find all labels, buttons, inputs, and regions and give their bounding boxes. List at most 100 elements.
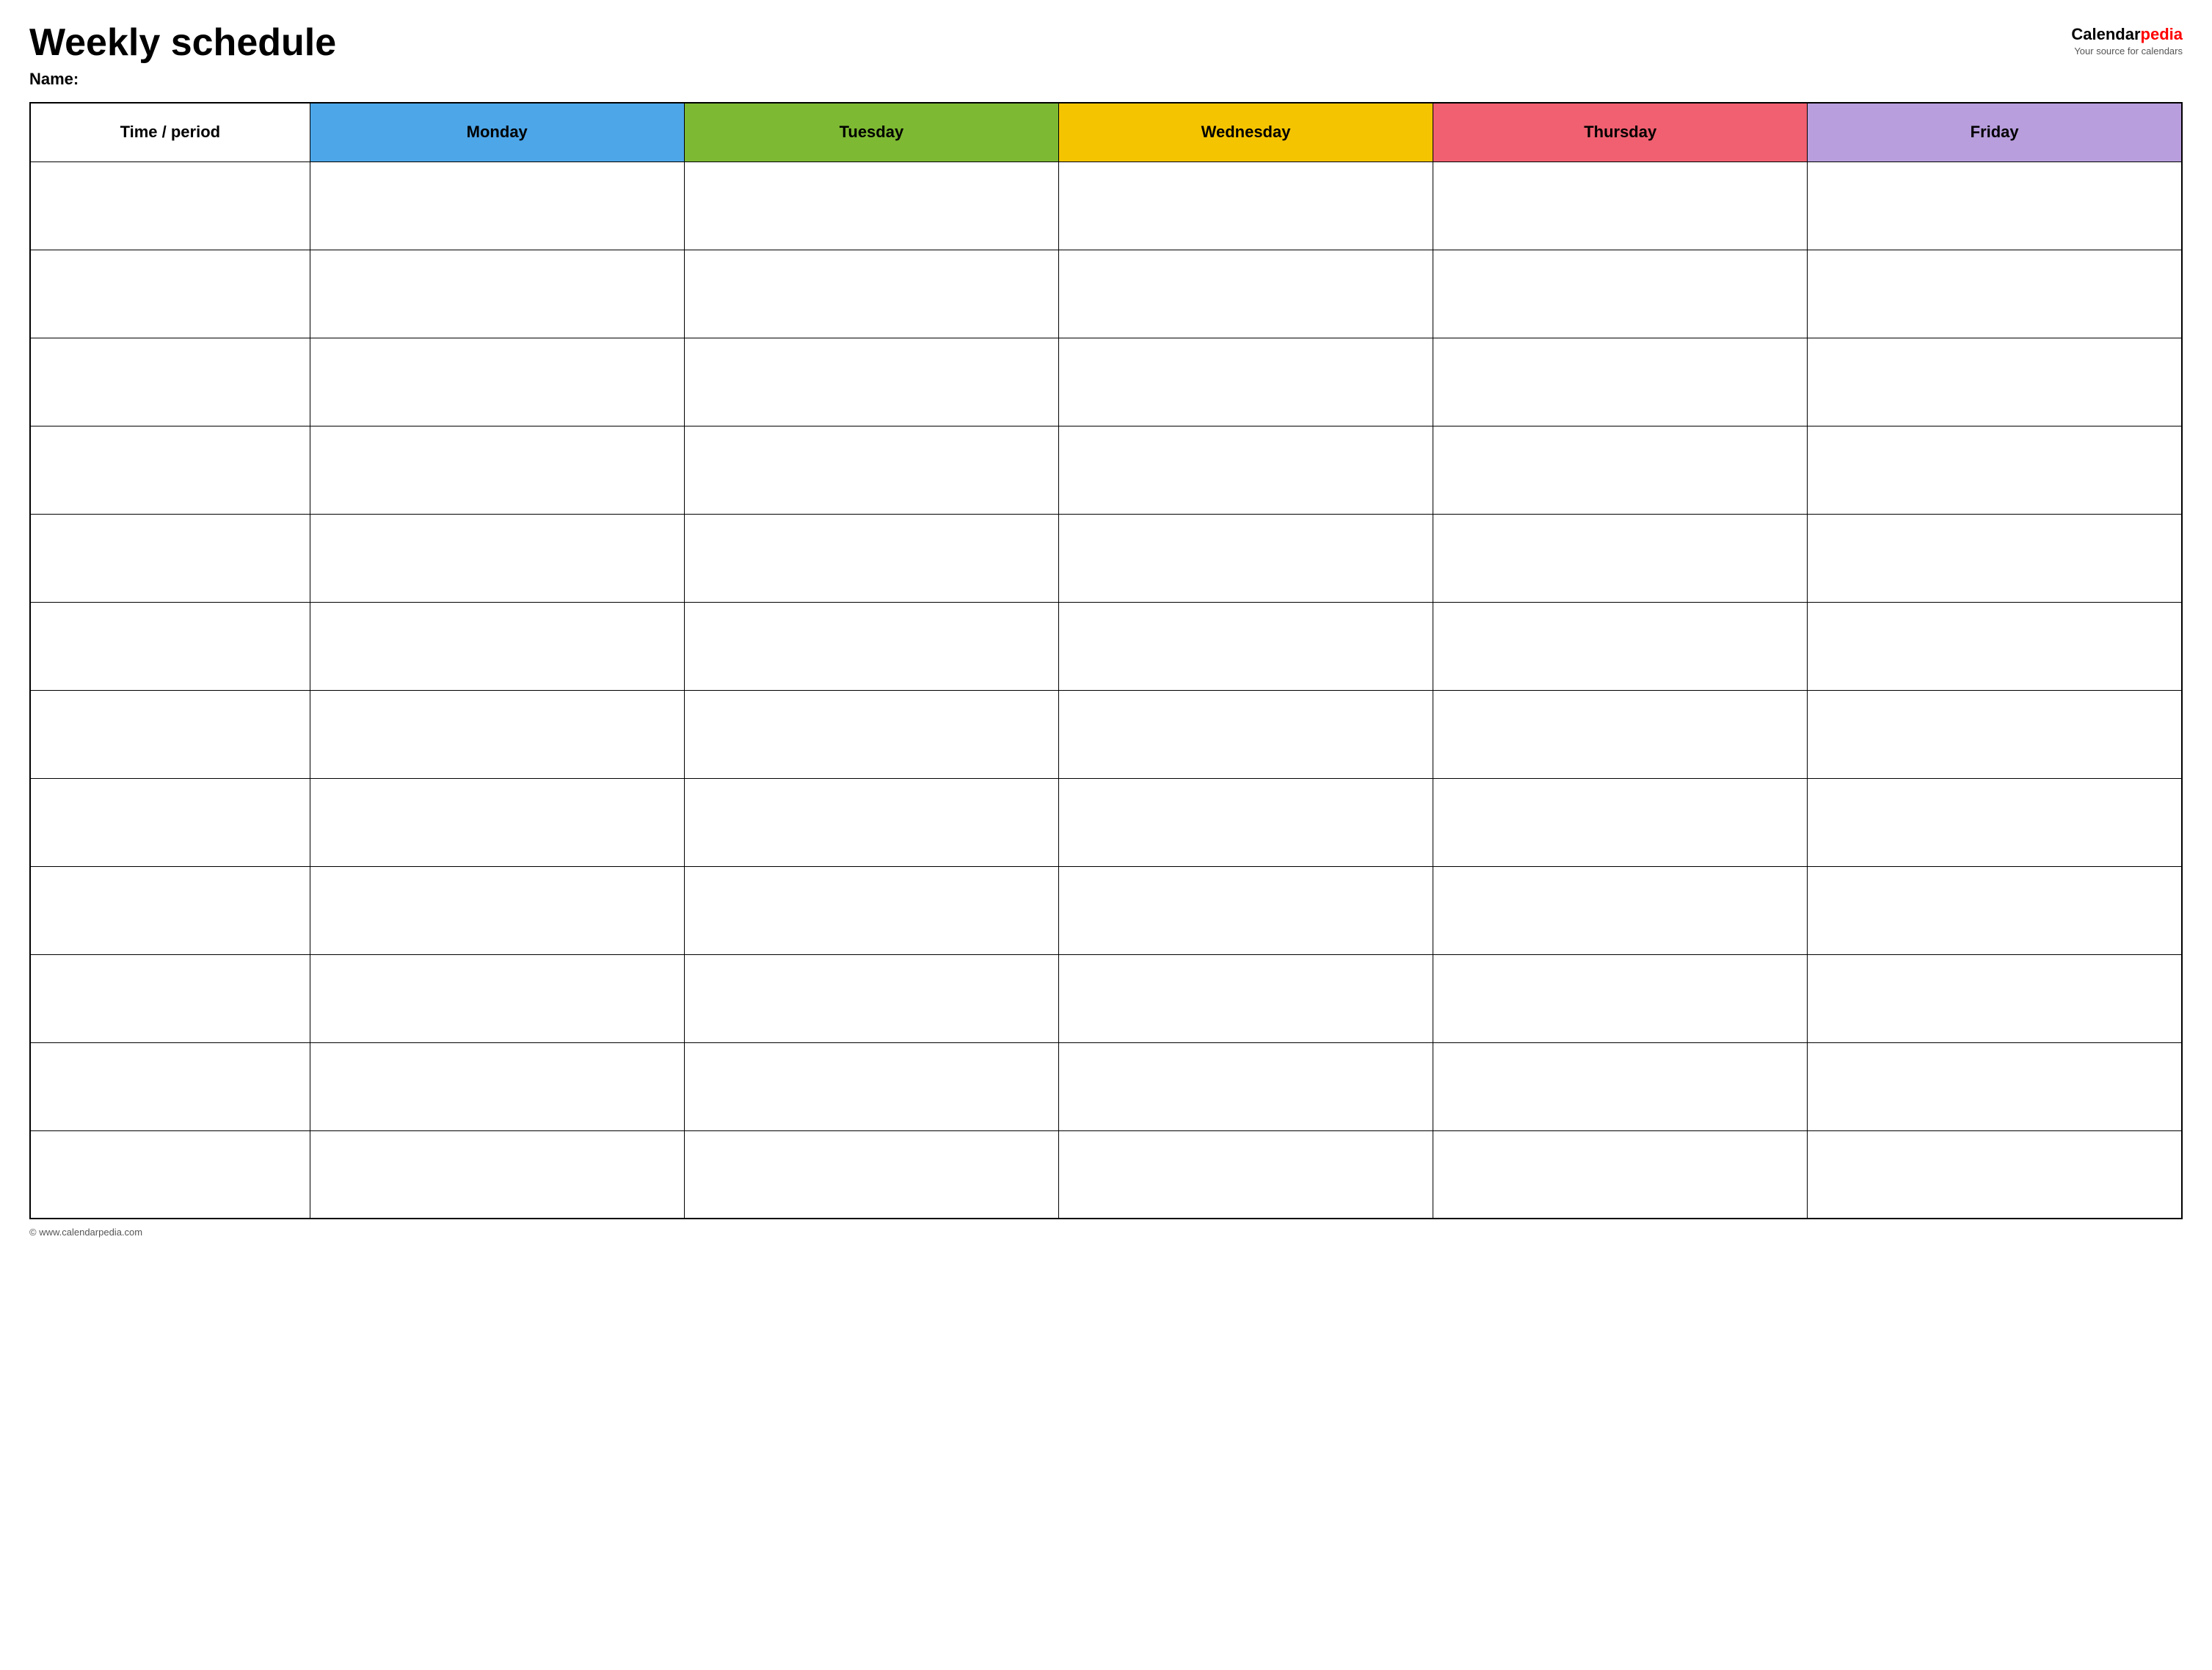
- logo-pedia-text: pedia: [2141, 25, 2183, 43]
- time-cell[interactable]: [30, 250, 310, 338]
- schedule-cell[interactable]: [1808, 866, 2182, 954]
- schedule-cell[interactable]: [1058, 690, 1433, 778]
- schedule-cell[interactable]: [1058, 954, 1433, 1042]
- schedule-cell[interactable]: [1433, 250, 1808, 338]
- schedule-cell[interactable]: [1058, 426, 1433, 514]
- name-label: Name:: [29, 70, 2183, 89]
- schedule-cell[interactable]: [310, 426, 684, 514]
- schedule-cell[interactable]: [310, 778, 684, 866]
- table-row: [30, 866, 2182, 954]
- schedule-cell[interactable]: [684, 690, 1058, 778]
- schedule-cell[interactable]: [1433, 338, 1808, 426]
- table-row: [30, 426, 2182, 514]
- schedule-cell[interactable]: [1058, 778, 1433, 866]
- schedule-cell[interactable]: [684, 514, 1058, 602]
- schedule-cell[interactable]: [1808, 690, 2182, 778]
- schedule-cell[interactable]: [684, 1130, 1058, 1219]
- time-cell[interactable]: [30, 161, 310, 250]
- schedule-cell[interactable]: [310, 161, 684, 250]
- schedule-cell[interactable]: [310, 690, 684, 778]
- schedule-cell[interactable]: [684, 954, 1058, 1042]
- schedule-cell[interactable]: [310, 954, 684, 1042]
- time-cell[interactable]: [30, 602, 310, 690]
- footer-url: © www.calendarpedia.com: [29, 1227, 142, 1238]
- table-row: [30, 338, 2182, 426]
- schedule-cell[interactable]: [1433, 1130, 1808, 1219]
- table-row: [30, 1130, 2182, 1219]
- col-header-friday: Friday: [1808, 103, 2182, 161]
- schedule-cell[interactable]: [1058, 161, 1433, 250]
- table-row: [30, 161, 2182, 250]
- time-cell[interactable]: [30, 338, 310, 426]
- schedule-cell[interactable]: [684, 161, 1058, 250]
- col-header-time: Time / period: [30, 103, 310, 161]
- schedule-cell[interactable]: [1433, 778, 1808, 866]
- schedule-cell[interactable]: [1808, 426, 2182, 514]
- time-cell[interactable]: [30, 1042, 310, 1130]
- schedule-cell[interactable]: [1058, 866, 1433, 954]
- schedule-cell[interactable]: [1433, 161, 1808, 250]
- schedule-cell[interactable]: [1433, 866, 1808, 954]
- table-row: [30, 1042, 2182, 1130]
- col-header-tuesday: Tuesday: [684, 103, 1058, 161]
- schedule-cell[interactable]: [1808, 954, 2182, 1042]
- col-header-monday: Monday: [310, 103, 684, 161]
- schedule-cell[interactable]: [1433, 514, 1808, 602]
- schedule-cell[interactable]: [684, 338, 1058, 426]
- table-row: [30, 690, 2182, 778]
- table-row: [30, 602, 2182, 690]
- schedule-cell[interactable]: [1433, 690, 1808, 778]
- schedule-cell[interactable]: [1433, 954, 1808, 1042]
- table-row: [30, 250, 2182, 338]
- time-cell[interactable]: [30, 426, 310, 514]
- schedule-table: Time / period Monday Tuesday Wednesday T…: [29, 102, 2183, 1219]
- schedule-cell[interactable]: [684, 866, 1058, 954]
- logo-area: Calendarpedia Your source for calendars: [2071, 22, 2183, 57]
- table-row: [30, 778, 2182, 866]
- schedule-cell[interactable]: [310, 1042, 684, 1130]
- schedule-cell[interactable]: [310, 1130, 684, 1219]
- table-row: [30, 514, 2182, 602]
- schedule-cell[interactable]: [684, 250, 1058, 338]
- time-cell[interactable]: [30, 778, 310, 866]
- schedule-cell[interactable]: [1058, 250, 1433, 338]
- schedule-cell[interactable]: [1808, 161, 2182, 250]
- page-title: Weekly schedule: [29, 22, 336, 64]
- schedule-cell[interactable]: [1808, 1042, 2182, 1130]
- schedule-cell[interactable]: [1808, 250, 2182, 338]
- page-header: Weekly schedule Calendarpedia Your sourc…: [29, 22, 2183, 64]
- schedule-cell[interactable]: [1433, 602, 1808, 690]
- col-header-wednesday: Wednesday: [1058, 103, 1433, 161]
- schedule-cell[interactable]: [310, 338, 684, 426]
- footer: © www.calendarpedia.com: [29, 1227, 2183, 1238]
- schedule-cell[interactable]: [1808, 338, 2182, 426]
- time-cell[interactable]: [30, 690, 310, 778]
- schedule-cell[interactable]: [310, 866, 684, 954]
- schedule-cell[interactable]: [1808, 514, 2182, 602]
- schedule-cell[interactable]: [684, 602, 1058, 690]
- time-cell[interactable]: [30, 514, 310, 602]
- table-header-row: Time / period Monday Tuesday Wednesday T…: [30, 103, 2182, 161]
- time-cell[interactable]: [30, 954, 310, 1042]
- schedule-cell[interactable]: [1808, 602, 2182, 690]
- schedule-cell[interactable]: [1058, 1042, 1433, 1130]
- schedule-cell[interactable]: [1433, 1042, 1808, 1130]
- schedule-cell[interactable]: [684, 778, 1058, 866]
- schedule-cell[interactable]: [310, 250, 684, 338]
- schedule-cell[interactable]: [1058, 514, 1433, 602]
- time-cell[interactable]: [30, 1130, 310, 1219]
- col-header-thursday: Thursday: [1433, 103, 1808, 161]
- schedule-cell[interactable]: [1808, 778, 2182, 866]
- schedule-cell[interactable]: [684, 426, 1058, 514]
- schedule-cell[interactable]: [1433, 426, 1808, 514]
- schedule-cell[interactable]: [1058, 338, 1433, 426]
- time-cell[interactable]: [30, 866, 310, 954]
- schedule-cell[interactable]: [1058, 1130, 1433, 1219]
- schedule-cell[interactable]: [684, 1042, 1058, 1130]
- schedule-cell[interactable]: [1058, 602, 1433, 690]
- logo-calendar-text: Calendar: [2071, 25, 2140, 43]
- logo-tagline: Your source for calendars: [2071, 46, 2183, 57]
- schedule-cell[interactable]: [1808, 1130, 2182, 1219]
- schedule-cell[interactable]: [310, 602, 684, 690]
- schedule-cell[interactable]: [310, 514, 684, 602]
